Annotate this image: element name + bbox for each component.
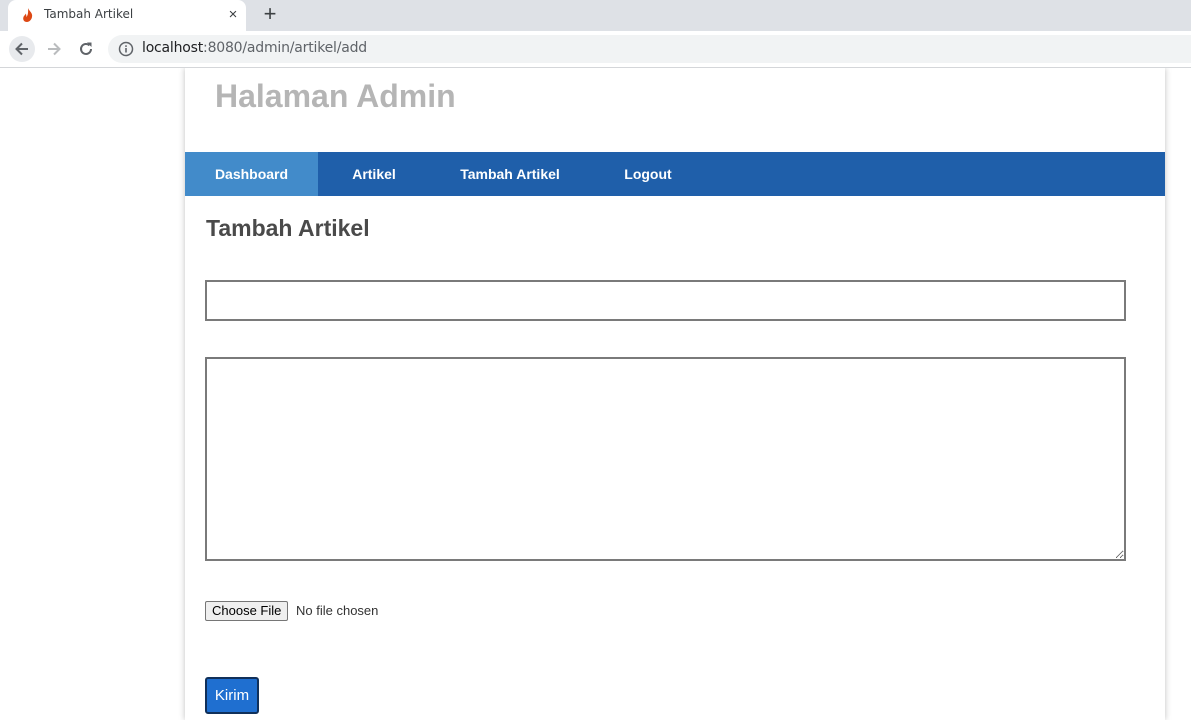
choose-file-button[interactable]: Choose File <box>205 601 289 621</box>
forward-arrow-icon <box>48 42 61 56</box>
site-title: Halaman Admin <box>215 78 456 114</box>
title-input[interactable] <box>205 280 1126 321</box>
nav-dashboard[interactable]: Dashboard <box>185 152 318 196</box>
nav-logout[interactable]: Logout <box>613 152 683 196</box>
url-text: localhost:8080/admin/artikel/add <box>142 40 367 56</box>
main-navbar: Dashboard Artikel Tambah Artikel Logout <box>185 152 1165 196</box>
browser-tab[interactable]: Tambah Artikel × <box>8 0 246 31</box>
browser-toolbar: localhost:8080/admin/artikel/add <box>0 31 1191 68</box>
browser-tabstrip: Tambah Artikel × + <box>0 0 1191 31</box>
codeigniter-flame-icon <box>21 7 35 23</box>
forward-button[interactable] <box>41 36 67 62</box>
nav-artikel[interactable]: Artikel <box>340 152 408 196</box>
page-container: Halaman Admin Dashboard Artikel Tambah A… <box>185 68 1165 720</box>
submit-button[interactable]: Kirim <box>205 677 259 714</box>
page-viewport: Halaman Admin Dashboard Artikel Tambah A… <box>0 68 1191 720</box>
body-textarea[interactable] <box>205 357 1126 561</box>
url-path: :8080/admin/artikel/add <box>203 40 367 56</box>
info-icon[interactable] <box>118 41 134 57</box>
tab-title: Tambah Artikel <box>44 7 134 21</box>
back-button[interactable] <box>9 36 35 62</box>
page-heading: Tambah Artikel <box>206 215 370 241</box>
reload-button[interactable] <box>73 36 99 62</box>
new-tab-icon[interactable]: + <box>258 3 282 27</box>
file-status-text: No file chosen <box>296 603 379 618</box>
tab-close-icon[interactable]: × <box>224 6 242 24</box>
address-bar[interactable]: localhost:8080/admin/artikel/add <box>108 35 1191 63</box>
reload-icon <box>80 42 92 55</box>
back-arrow-icon <box>15 42 28 56</box>
nav-tambah-artikel[interactable]: Tambah Artikel <box>449 152 571 196</box>
url-host: localhost <box>142 40 204 56</box>
